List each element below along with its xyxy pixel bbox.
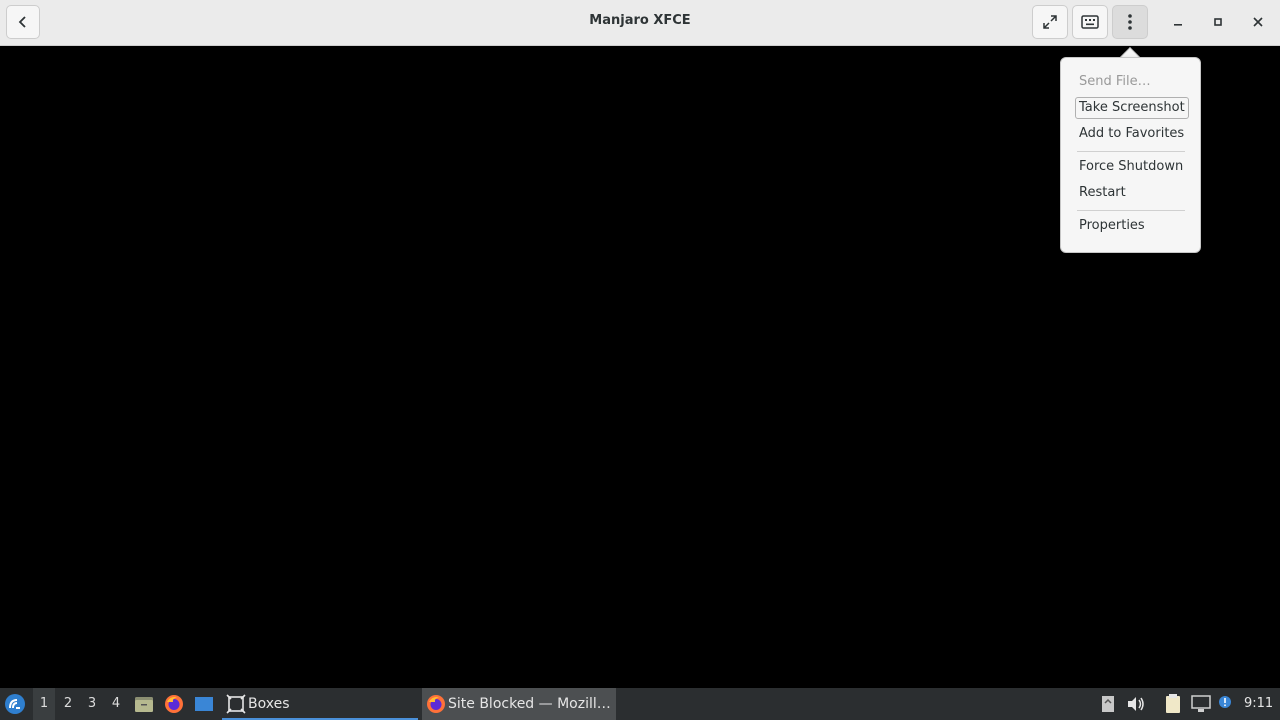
workspace-3[interactable]: 3 (81, 688, 103, 720)
maximize-button[interactable] (1206, 10, 1230, 34)
task-firefox[interactable]: Site Blocked — Mozill… (422, 688, 616, 720)
menu-item-force-shutdown[interactable]: Force Shutdown (1075, 156, 1187, 178)
menu-item-take-screenshot[interactable]: Take Screenshot (1075, 97, 1189, 119)
workspace-2[interactable]: 2 (57, 688, 79, 720)
menu-separator (1077, 151, 1185, 152)
menu-button[interactable] (1112, 5, 1148, 39)
clipboard-tray[interactable] (1161, 692, 1185, 716)
network-tray[interactable] (1189, 692, 1213, 716)
notes-icon (1102, 696, 1114, 712)
firefox-icon (427, 695, 445, 713)
desktop-icon (195, 697, 213, 711)
keyboard-icon (1081, 15, 1099, 29)
header-bar: Manjaro XFCE (0, 0, 1280, 46)
notification-tray[interactable] (1213, 690, 1237, 714)
file-manager-launcher[interactable] (132, 692, 156, 716)
menu-separator (1077, 210, 1185, 211)
menu-item-restart[interactable]: Restart (1075, 182, 1130, 204)
fullscreen-button[interactable] (1032, 5, 1068, 39)
boxes-icon (226, 694, 246, 714)
menu-item-send-file: Send File… (1079, 74, 1151, 89)
notes-tray[interactable] (1096, 692, 1120, 716)
network-icon (1191, 695, 1211, 712)
minimize-icon (1174, 24, 1182, 26)
info-notification-icon (1219, 696, 1231, 708)
taskbar: 1 2 3 4 Boxes Site Blocked — Mozill… 9:1… (0, 688, 1280, 720)
menu-item-properties[interactable]: Properties (1075, 215, 1149, 237)
firefox-icon (165, 695, 183, 713)
volume-tray[interactable] (1124, 692, 1148, 716)
close-button[interactable] (1246, 10, 1270, 34)
fullscreen-icon (1043, 15, 1057, 29)
volume-icon (1128, 697, 1144, 711)
desktop-launcher[interactable] (192, 692, 216, 716)
firefox-launcher[interactable] (162, 692, 186, 716)
task-label: Site Blocked — Mozill… (448, 696, 611, 712)
task-label: Boxes (248, 696, 290, 712)
minimize-button[interactable] (1166, 10, 1190, 34)
clock[interactable]: 9:11 (1244, 688, 1273, 720)
task-boxes[interactable]: Boxes (222, 688, 418, 720)
machine-menu-popover: Send File… Take Screenshot Add to Favori… (1060, 57, 1201, 253)
file-manager-icon (135, 697, 153, 712)
menu-item-add-to-favorites[interactable]: Add to Favorites (1075, 123, 1188, 145)
workspace-1[interactable]: 1 (33, 688, 55, 720)
kebab-menu-icon (1128, 14, 1132, 30)
keyboard-button[interactable] (1072, 5, 1108, 39)
whisker-menu-button[interactable] (3, 692, 27, 716)
workspace-4[interactable]: 4 (105, 688, 127, 720)
clipboard-icon (1166, 694, 1180, 713)
maximize-icon (1214, 18, 1222, 26)
close-icon (1253, 17, 1263, 27)
manjaro-logo-icon (5, 694, 25, 714)
